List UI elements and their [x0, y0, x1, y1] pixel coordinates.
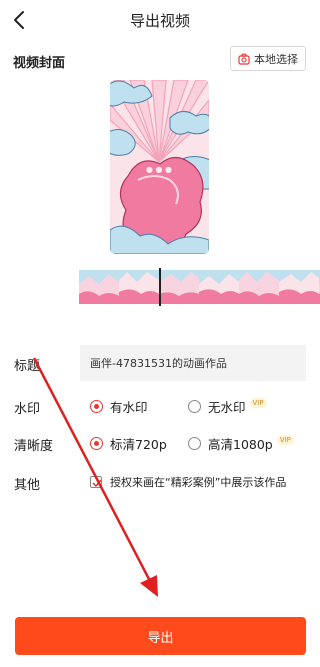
- timeline-frame: [279, 270, 319, 304]
- radio-unselected-icon: [188, 437, 201, 450]
- top-bar: 导出视频: [0, 0, 320, 40]
- radio-with-watermark[interactable]: 有水印: [90, 397, 148, 416]
- svg-text:● ● ●: ● ● ●: [146, 165, 172, 174]
- frame-timeline[interactable]: [79, 270, 320, 304]
- vip-badge: VIP: [249, 397, 267, 408]
- radio-unselected-icon: [188, 400, 201, 413]
- local-select-label: 本地选择: [254, 52, 298, 66]
- cover-illustration: ● ● ●: [110, 80, 209, 254]
- other-label: 其他: [14, 478, 41, 493]
- radio-no-watermark[interactable]: 无水印 VIP: [188, 397, 267, 416]
- timeline-frame: [79, 270, 119, 304]
- vip-badge: VIP: [276, 434, 294, 445]
- local-select-button[interactable]: 本地选择: [230, 46, 306, 71]
- title-label: 标题: [14, 359, 41, 374]
- radio-selected-icon: [90, 437, 103, 450]
- checkbox-icon: [90, 476, 102, 488]
- radio-label: 有水印: [110, 400, 148, 415]
- video-cover-thumbnail[interactable]: ● ● ●: [110, 80, 209, 254]
- radio-720p[interactable]: 标清720p: [90, 434, 167, 453]
- timeline-playhead[interactable]: [159, 268, 161, 306]
- title-input[interactable]: 画伴-47831531的动画作品: [80, 345, 306, 381]
- camera-icon: [238, 53, 250, 65]
- video-cover-label: 视频封面: [13, 56, 66, 71]
- timeline-frame: [119, 270, 159, 304]
- radio-selected-icon: [90, 400, 103, 413]
- timeline-frame: [239, 270, 279, 304]
- radio-label: 高清1080p: [208, 437, 273, 452]
- radio-1080p[interactable]: 高清1080p VIP: [188, 434, 294, 453]
- resolution-label: 清晰度: [14, 439, 54, 454]
- export-button[interactable]: 导出: [15, 617, 306, 655]
- checkbox-label: 授权来画在“精彩案例”中展示该作品: [110, 476, 287, 489]
- timeline-frame: [199, 270, 239, 304]
- radio-label: 标清720p: [110, 437, 167, 452]
- radio-label: 无水印: [208, 400, 246, 415]
- timeline-frame: [159, 270, 199, 304]
- page-title: 导出视频: [129, 12, 190, 30]
- showcase-authorization-checkbox[interactable]: 授权来画在“精彩案例”中展示该作品: [90, 474, 286, 490]
- watermark-label: 水印: [14, 402, 41, 417]
